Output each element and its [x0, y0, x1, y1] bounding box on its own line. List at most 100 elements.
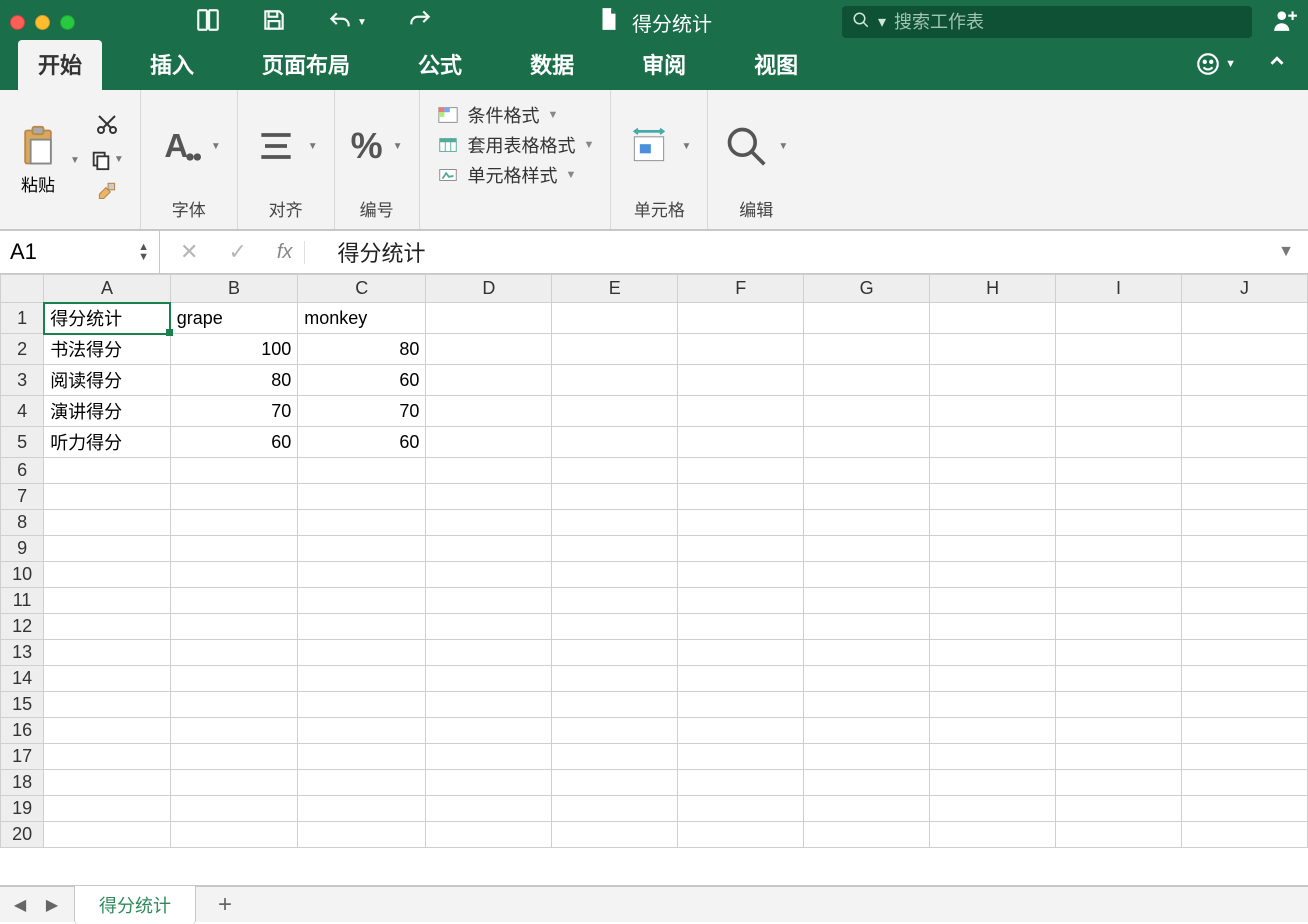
cell-J10[interactable]: [1182, 562, 1308, 588]
cell-C2[interactable]: 80: [298, 334, 426, 365]
cell-F20[interactable]: [678, 822, 804, 848]
row-header-13[interactable]: 13: [1, 640, 44, 666]
cell-E10[interactable]: [552, 562, 678, 588]
cell-B3[interactable]: 80: [170, 365, 298, 396]
cell-F9[interactable]: [678, 536, 804, 562]
cell-I13[interactable]: [1056, 640, 1182, 666]
cell-F13[interactable]: [678, 640, 804, 666]
cell-C19[interactable]: [298, 796, 426, 822]
cell-J7[interactable]: [1182, 484, 1308, 510]
cell-G1[interactable]: [804, 303, 930, 334]
cell-C20[interactable]: [298, 822, 426, 848]
editing-button[interactable]: [724, 124, 768, 168]
ribbon-tab-1[interactable]: 插入: [130, 40, 214, 90]
cell-I6[interactable]: [1056, 458, 1182, 484]
paste-button[interactable]: 粘贴: [16, 125, 60, 196]
autosave-icon[interactable]: [195, 7, 221, 38]
row-header-15[interactable]: 15: [1, 692, 44, 718]
select-all-corner[interactable]: [1, 275, 44, 303]
fill-handle[interactable]: [166, 329, 173, 336]
column-header-A[interactable]: A: [44, 275, 171, 303]
cell-G12[interactable]: [804, 614, 930, 640]
cell-F17[interactable]: [678, 744, 804, 770]
cell-D7[interactable]: [426, 484, 552, 510]
name-box-stepper[interactable]: ▲▼: [138, 242, 149, 262]
cell-B10[interactable]: [170, 562, 298, 588]
ribbon-tab-6[interactable]: 视图: [734, 40, 818, 90]
cell-H1[interactable]: [930, 303, 1056, 334]
cell-A3[interactable]: 阅读得分: [44, 365, 171, 396]
cell-E20[interactable]: [552, 822, 678, 848]
cell-G16[interactable]: [804, 718, 930, 744]
cell-E5[interactable]: [552, 427, 678, 458]
cell-G17[interactable]: [804, 744, 930, 770]
insert-function-label[interactable]: fx: [277, 241, 306, 264]
cell-J3[interactable]: [1182, 365, 1308, 396]
cell-E3[interactable]: [552, 365, 678, 396]
row-header-16[interactable]: 16: [1, 718, 44, 744]
ribbon-tab-4[interactable]: 数据: [510, 40, 594, 90]
font-dropdown-icon[interactable]: ▼: [211, 141, 221, 152]
cell-E8[interactable]: [552, 510, 678, 536]
cell-A13[interactable]: [44, 640, 171, 666]
cell-A12[interactable]: [44, 614, 171, 640]
format-painter-icon[interactable]: [94, 179, 120, 210]
cell-H18[interactable]: [930, 770, 1056, 796]
cell-D2[interactable]: [426, 334, 552, 365]
cell-I12[interactable]: [1056, 614, 1182, 640]
cell-A19[interactable]: [44, 796, 171, 822]
sheet-tab[interactable]: 得分统计: [74, 885, 196, 924]
cell-H7[interactable]: [930, 484, 1056, 510]
cut-icon[interactable]: [95, 112, 119, 141]
cell-C10[interactable]: [298, 562, 426, 588]
row-header-3[interactable]: 3: [1, 365, 44, 396]
cell-A18[interactable]: [44, 770, 171, 796]
cell-I20[interactable]: [1056, 822, 1182, 848]
cell-E4[interactable]: [552, 396, 678, 427]
column-header-D[interactable]: D: [426, 275, 552, 303]
add-sheet-button[interactable]: +: [208, 891, 242, 919]
cell-C14[interactable]: [298, 666, 426, 692]
cell-J8[interactable]: [1182, 510, 1308, 536]
conditional-format-button[interactable]: 条件格式 ▼: [436, 100, 559, 130]
row-header-20[interactable]: 20: [1, 822, 44, 848]
cell-A2[interactable]: 书法得分: [44, 334, 171, 365]
cell-B15[interactable]: [170, 692, 298, 718]
cell-F6[interactable]: [678, 458, 804, 484]
minimize-window-button[interactable]: [35, 15, 50, 30]
cell-C18[interactable]: [298, 770, 426, 796]
cell-H5[interactable]: [930, 427, 1056, 458]
cell-A11[interactable]: [44, 588, 171, 614]
cell-G20[interactable]: [804, 822, 930, 848]
cell-B19[interactable]: [170, 796, 298, 822]
cell-C1[interactable]: monkey: [298, 303, 426, 334]
cell-D15[interactable]: [426, 692, 552, 718]
row-header-2[interactable]: 2: [1, 334, 44, 365]
cell-A10[interactable]: [44, 562, 171, 588]
cell-D6[interactable]: [426, 458, 552, 484]
cell-D13[interactable]: [426, 640, 552, 666]
row-header-10[interactable]: 10: [1, 562, 44, 588]
column-header-B[interactable]: B: [170, 275, 298, 303]
cell-F10[interactable]: [678, 562, 804, 588]
cell-E2[interactable]: [552, 334, 678, 365]
cell-H9[interactable]: [930, 536, 1056, 562]
accept-formula-icon[interactable]: ✓: [228, 239, 246, 265]
cell-D20[interactable]: [426, 822, 552, 848]
cell-F12[interactable]: [678, 614, 804, 640]
cell-F2[interactable]: [678, 334, 804, 365]
undo-icon[interactable]: ▼: [327, 9, 367, 35]
ribbon-tab-3[interactable]: 公式: [398, 40, 482, 90]
cell-B6[interactable]: [170, 458, 298, 484]
cell-G2[interactable]: [804, 334, 930, 365]
cell-B13[interactable]: [170, 640, 298, 666]
row-header-19[interactable]: 19: [1, 796, 44, 822]
cell-A20[interactable]: [44, 822, 171, 848]
cell-C6[interactable]: [298, 458, 426, 484]
cell-G11[interactable]: [804, 588, 930, 614]
cell-F11[interactable]: [678, 588, 804, 614]
cell-E17[interactable]: [552, 744, 678, 770]
row-header-8[interactable]: 8: [1, 510, 44, 536]
cell-J4[interactable]: [1182, 396, 1308, 427]
zoom-window-button[interactable]: [60, 15, 75, 30]
